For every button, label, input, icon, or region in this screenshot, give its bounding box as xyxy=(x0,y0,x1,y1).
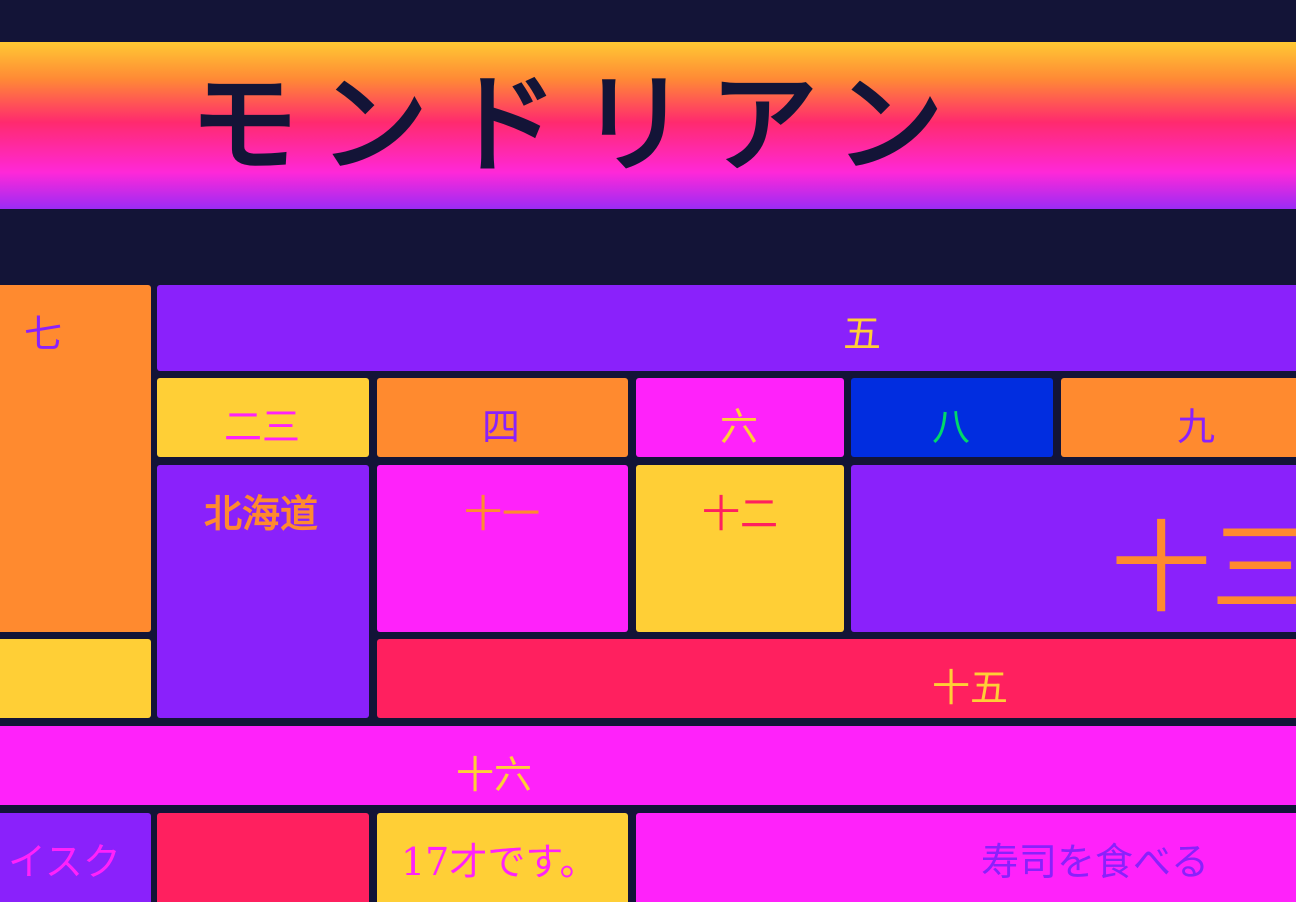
cell-nine: 九 xyxy=(1061,378,1296,457)
cell-eight-label: 八 xyxy=(932,405,971,449)
cell-eleven-label: 十一 xyxy=(464,492,541,536)
cell-sushi: 寿司を食べる xyxy=(636,813,1296,902)
cell-fifteen: 十五 xyxy=(377,639,1296,718)
cell-six-label: 六 xyxy=(720,405,759,449)
cell-thirteen-label: 十三 xyxy=(1111,510,1296,627)
mondrian-page: モンドリアン 七 五 二三 四 六 八 九 北海道 十一 十二 十三 十五 十六… xyxy=(0,0,1296,902)
cell-nine-label: 九 xyxy=(1177,405,1216,449)
cell-red-empty xyxy=(157,813,369,902)
cell-hokkaido: 北海道 xyxy=(157,465,369,718)
cell-sushi-label: 寿司を食べる xyxy=(981,840,1210,884)
cell-small-yellow xyxy=(0,639,151,718)
cell-four: 四 xyxy=(377,378,628,457)
title-banner: モンドリアン xyxy=(0,42,1296,209)
cell-fifteen-label: 十五 xyxy=(932,666,1009,710)
cell-five-label: 五 xyxy=(843,312,882,356)
banner-title: モンドリアン xyxy=(190,62,966,188)
cell-sixteen-label: 十六 xyxy=(456,753,533,797)
cell-hokkaido-label: 北海道 xyxy=(204,491,319,536)
cell-seven-label: 七 xyxy=(24,312,63,356)
cell-seventeen: 17才です。 xyxy=(377,813,628,902)
cell-eight: 八 xyxy=(851,378,1053,457)
cell-five: 五 xyxy=(157,285,1296,371)
cell-four-label: 四 xyxy=(482,405,521,449)
cell-twelve-label: 十二 xyxy=(702,492,779,536)
cell-sixteen: 十六 xyxy=(0,726,1296,805)
cell-eleven: 十一 xyxy=(377,465,628,632)
cell-six: 六 xyxy=(636,378,844,457)
cell-seven: 七 xyxy=(0,285,151,632)
cell-isuku: イスク xyxy=(0,813,151,902)
cell-seventeen-label: 17才です。 xyxy=(401,840,598,884)
cell-thirteen: 十三 xyxy=(851,465,1296,632)
cell-twothree: 二三 xyxy=(157,378,369,457)
cell-isuku-label: イスク xyxy=(8,840,121,884)
cell-twelve: 十二 xyxy=(636,465,844,632)
cell-twothree-label: 二三 xyxy=(224,405,301,449)
